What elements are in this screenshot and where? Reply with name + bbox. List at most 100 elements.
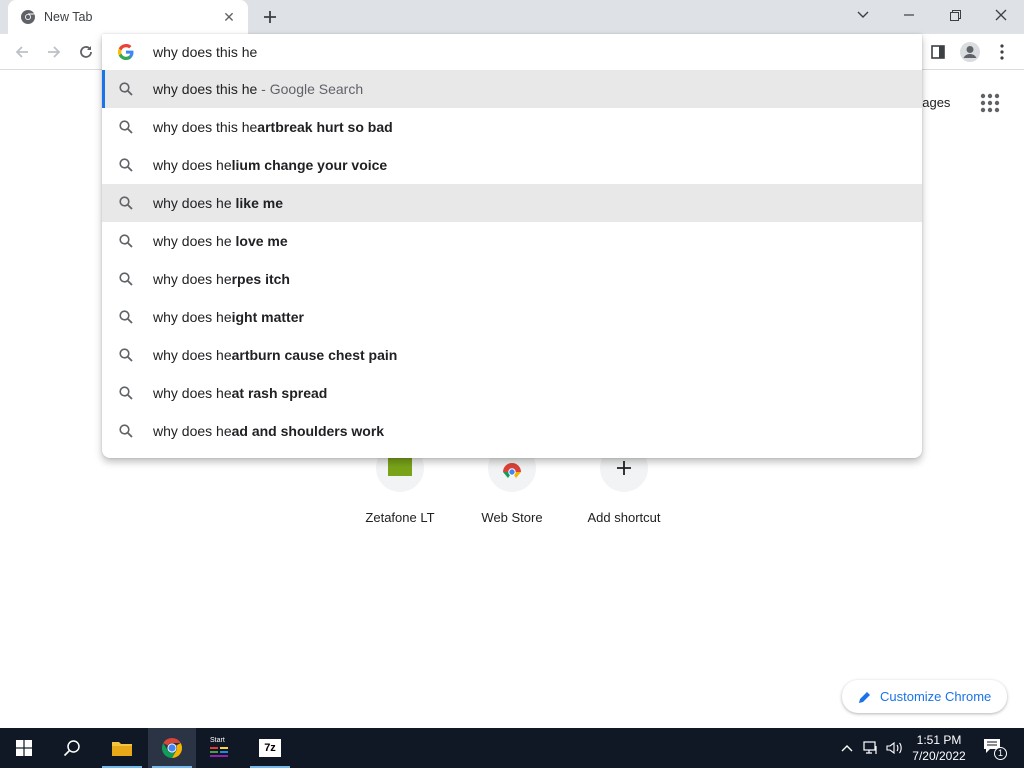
reload-icon xyxy=(80,46,92,58)
suggestion-text: why does this he - Google Search xyxy=(153,81,363,97)
search-icon xyxy=(119,196,133,210)
close-tab-icon[interactable]: ✕ xyxy=(220,8,238,26)
tab-title: New Tab xyxy=(44,10,93,24)
omnibox-suggestion[interactable]: why does heartburn cause chest pain xyxy=(102,336,922,374)
omnibox-suggestion[interactable]: why does herpes itch xyxy=(102,260,922,298)
reload-button[interactable] xyxy=(72,38,100,66)
notification-icon: 1 xyxy=(983,738,1007,760)
omnibox-suggestion[interactable]: why does heat rash spread xyxy=(102,374,922,412)
restore-button[interactable] xyxy=(932,0,978,30)
suggestion-text: why does heat rash spread xyxy=(153,385,327,401)
shortcut-label: Add shortcut xyxy=(587,510,661,525)
back-button[interactable] xyxy=(8,38,36,66)
omnibox-suggestion[interactable]: why does he like me xyxy=(102,184,922,222)
google-apps-icon[interactable] xyxy=(979,92,1001,114)
suggestion-prefix: why does he xyxy=(153,309,232,325)
7zip-button[interactable]: 7z xyxy=(246,728,294,768)
profile-button[interactable] xyxy=(956,38,984,66)
windows-icon xyxy=(16,740,32,756)
plus-icon xyxy=(264,11,276,23)
search-icon xyxy=(119,158,133,172)
shortcut-label: Web Store xyxy=(481,510,543,525)
profile-icon xyxy=(960,42,980,62)
restore-icon xyxy=(949,9,961,21)
notification-count: 1 xyxy=(994,747,1007,760)
start-button[interactable] xyxy=(0,728,48,768)
start-app-button[interactable]: Start xyxy=(198,728,246,768)
search-button[interactable] xyxy=(48,728,96,768)
tab-strip: New Tab ✕ xyxy=(0,0,1024,34)
suggestion-completion: artbreak hurt so bad xyxy=(257,119,393,135)
close-icon xyxy=(995,9,1007,21)
pencil-icon xyxy=(858,690,872,704)
tab-new-tab[interactable]: New Tab ✕ xyxy=(8,0,248,34)
search-icon xyxy=(119,82,133,96)
arrow-right-icon xyxy=(48,46,61,58)
shortcut-label: Zetafone LT xyxy=(365,510,435,525)
omnibox-suggestion[interactable]: why does head and shoulders work xyxy=(102,412,922,450)
start-app-icon: Start xyxy=(210,737,234,759)
omnibox-suggestion[interactable]: why does height matter xyxy=(102,298,922,336)
suggestion-text: why does he love me xyxy=(153,233,288,249)
omnibox-suggestion[interactable]: why does helium change your voice xyxy=(102,146,922,184)
new-tab-button[interactable] xyxy=(258,5,282,29)
minimize-button[interactable] xyxy=(886,0,932,30)
close-window-button[interactable] xyxy=(978,0,1024,30)
suggestion-prefix: why does he xyxy=(153,385,232,401)
customize-chrome-button[interactable]: Customize Chrome xyxy=(842,680,1007,713)
show-hidden-icons-button[interactable] xyxy=(838,738,856,758)
shortcut-web-store[interactable]: Web Store xyxy=(456,444,568,538)
network-button[interactable] xyxy=(860,738,882,758)
suggestion-text: why does height matter xyxy=(153,309,304,325)
customize-label: Customize Chrome xyxy=(880,689,992,704)
address-bar-input[interactable]: why does this he xyxy=(153,44,257,60)
suggestion-text: why does heartburn cause chest pain xyxy=(153,347,397,363)
search-icon xyxy=(119,348,133,362)
suggestion-prefix: why does he xyxy=(153,233,232,249)
tab-search-button[interactable] xyxy=(840,0,886,30)
suggestion-text: why does head and shoulders work xyxy=(153,423,384,439)
search-icon xyxy=(119,424,133,438)
suggestion-completion: like me xyxy=(231,195,283,211)
arrow-left-icon xyxy=(15,46,28,58)
omnibox-suggestion[interactable]: why does he love me xyxy=(102,222,922,260)
chrome-icon xyxy=(162,738,182,758)
chevron-up-icon xyxy=(841,745,853,752)
selection-indicator xyxy=(102,70,105,108)
network-icon xyxy=(863,741,877,754)
omnibox-suggestion[interactable]: why does this heartbreak hurt so bad xyxy=(102,108,922,146)
windows-taskbar: Start 7z 1:51 PM 7/20/2022 1 xyxy=(0,728,1024,768)
shortcut-add[interactable]: Add shortcut xyxy=(568,444,680,538)
system-clock[interactable]: 1:51 PM 7/20/2022 xyxy=(905,732,973,764)
shortcut-zetafone[interactable]: Zetafone LT xyxy=(344,444,456,538)
suggestion-text: why does this heartbreak hurt so bad xyxy=(153,119,393,135)
start-app-label: Start xyxy=(210,737,225,744)
suggestion-text: why does herpes itch xyxy=(153,271,290,287)
omnibox-dropdown: why does this he why does this he - Goog… xyxy=(102,34,922,458)
7zip-icon: 7z xyxy=(259,739,281,757)
omnibox-suggestion[interactable]: why does this he - Google Search xyxy=(102,70,922,108)
clock-time: 1:51 PM xyxy=(916,733,962,747)
suggestion-prefix: why does he xyxy=(153,423,232,439)
search-icon xyxy=(119,120,133,134)
address-bar[interactable]: why does this he xyxy=(102,34,922,70)
chevron-down-icon xyxy=(857,11,869,18)
forward-button[interactable] xyxy=(40,38,68,66)
volume-button[interactable] xyxy=(884,738,906,758)
suggestion-completion: rpes itch xyxy=(231,271,290,287)
chrome-taskbar-button[interactable] xyxy=(148,728,196,768)
minimize-icon xyxy=(904,14,914,16)
suggestion-prefix: why does this he xyxy=(153,81,258,97)
notifications-button[interactable]: 1 xyxy=(980,738,1008,760)
suggestion-prefix: why does he xyxy=(153,157,232,173)
search-icon xyxy=(63,740,80,757)
side-panel-button[interactable] xyxy=(924,38,952,66)
speaker-icon xyxy=(886,741,902,755)
suggestion-suffix: - Google Search xyxy=(257,81,364,97)
suggestion-prefix: why does he xyxy=(153,195,232,211)
file-explorer-button[interactable] xyxy=(98,728,146,768)
menu-button[interactable] xyxy=(988,38,1016,66)
google-g-icon xyxy=(118,44,134,60)
suggestion-completion: artburn cause chest pain xyxy=(231,347,398,363)
search-icon xyxy=(119,234,133,248)
